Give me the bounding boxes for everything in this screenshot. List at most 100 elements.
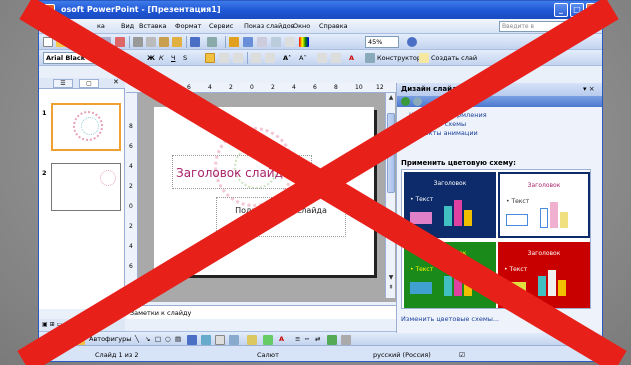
- menu-edit[interactable]: ка: [97, 21, 105, 32]
- spell-icon[interactable]: [115, 37, 125, 47]
- link-animation-schemes[interactable]: Эффекты анимации: [409, 129, 478, 137]
- table-icon[interactable]: [243, 37, 253, 47]
- open-icon[interactable]: [56, 37, 66, 47]
- new-slide-icon[interactable]: [419, 53, 429, 63]
- 3d-icon[interactable]: [341, 335, 351, 345]
- fill-color-icon[interactable]: [247, 335, 257, 345]
- wordart-icon[interactable]: [187, 335, 197, 345]
- arrow-style-icon[interactable]: ⇄: [315, 332, 320, 346]
- rectangle-icon[interactable]: □: [155, 332, 161, 346]
- menu-format[interactable]: Формат: [175, 21, 201, 32]
- maximize-button[interactable]: □: [570, 3, 584, 17]
- back-icon[interactable]: [401, 97, 410, 106]
- font-color-button[interactable]: A: [349, 52, 354, 64]
- dash-style-icon[interactable]: ┅: [305, 332, 309, 346]
- slide-thumbnail[interactable]: [51, 163, 121, 211]
- autoshapes-menu[interactable]: Автофигуры: [89, 332, 131, 346]
- help-icon[interactable]: [407, 37, 417, 47]
- italic-button[interactable]: К: [159, 52, 164, 64]
- panel-close-icon[interactable]: ✕: [113, 78, 119, 86]
- link-design-templates[interactable]: Шаблоны оформления: [409, 111, 487, 119]
- text-formatting-icon[interactable]: [285, 37, 295, 47]
- color-scheme-4[interactable]: Заголовок • Текст: [498, 242, 590, 308]
- zoom-select[interactable]: 45%: [365, 36, 399, 48]
- editor-scrollbar[interactable]: ▲ ▼ ⇞: [385, 93, 395, 298]
- notes-pane[interactable]: Заметки к слайду: [126, 305, 396, 319]
- scroll-up-icon[interactable]: ▲: [386, 93, 396, 103]
- menu-insert[interactable]: Вставка: [139, 21, 167, 32]
- bold-button[interactable]: Ж: [147, 52, 155, 64]
- menu-help[interactable]: Справка: [319, 21, 348, 32]
- decrease-font-button[interactable]: A˅: [299, 52, 307, 64]
- numbered-list-icon[interactable]: [251, 53, 261, 63]
- help-search-input[interactable]: Введите в: [499, 21, 581, 32]
- menu-slideshow[interactable]: Показ слайдов: [244, 21, 295, 32]
- designer-button[interactable]: Конструктор: [377, 52, 421, 64]
- redo-icon[interactable]: [207, 37, 217, 47]
- menu-view[interactable]: Вид: [121, 21, 134, 32]
- arrow-icon[interactable]: ↘: [145, 332, 150, 346]
- select-icon[interactable]: [75, 335, 85, 345]
- print-icon[interactable]: [87, 37, 97, 47]
- forward-icon[interactable]: [413, 97, 422, 106]
- task-pane-menu-icon[interactable]: ▾ ×: [583, 85, 595, 93]
- link-color-schemes[interactable]: Цветовые схемы: [409, 120, 466, 128]
- sorter-view-icon[interactable]: ⊞: [50, 321, 55, 328]
- minimize-button[interactable]: _: [554, 3, 568, 17]
- chart-icon[interactable]: [229, 37, 239, 47]
- normal-view-icon[interactable]: ▣: [42, 321, 48, 328]
- oval-icon[interactable]: ○: [165, 332, 171, 346]
- align-center-icon[interactable]: [219, 53, 229, 63]
- doc-icon[interactable]: [43, 21, 53, 31]
- cut-icon[interactable]: [133, 37, 143, 47]
- slide-canvas[interactable]: Заголовок слайда Подзаголовок слайда: [154, 107, 374, 275]
- color-scheme-1[interactable]: Заголовок • Текст: [404, 172, 496, 238]
- picture-icon[interactable]: [229, 335, 239, 345]
- line-icon[interactable]: ╲: [135, 332, 139, 346]
- shadow-button[interactable]: S: [183, 52, 187, 64]
- bullet-list-icon[interactable]: [265, 53, 275, 63]
- underline-button[interactable]: Ч: [171, 52, 175, 64]
- scroll-down-icon[interactable]: ▼: [386, 273, 396, 283]
- designer-icon[interactable]: [365, 53, 375, 63]
- format-painter-icon[interactable]: [172, 37, 182, 47]
- increase-font-button[interactable]: A˄: [283, 52, 291, 64]
- shadow-icon[interactable]: [327, 335, 337, 345]
- increase-indent-icon[interactable]: [331, 53, 341, 63]
- grid-icon[interactable]: [257, 37, 267, 47]
- align-left-icon[interactable]: [205, 53, 215, 63]
- preview-icon[interactable]: [101, 37, 111, 47]
- clipart-icon[interactable]: [215, 335, 225, 345]
- save-icon[interactable]: [69, 37, 79, 47]
- copy-icon[interactable]: [146, 37, 156, 47]
- menu-tools[interactable]: Сервис: [209, 21, 233, 32]
- color-scheme-3[interactable]: Заголовок • Текст: [404, 242, 496, 308]
- align-right-icon[interactable]: [233, 53, 243, 63]
- font-select[interactable]: Arial Black: [43, 52, 111, 64]
- prev-slide-icon[interactable]: ⇞: [386, 283, 396, 293]
- slide-thumbnail[interactable]: [51, 103, 121, 151]
- color-grayscale-icon[interactable]: [299, 37, 309, 47]
- undo-icon[interactable]: [190, 37, 200, 47]
- menu-window[interactable]: Окно: [293, 21, 310, 32]
- color-scheme-2[interactable]: Заголовок • Текст: [498, 172, 590, 238]
- edit-color-schemes-link[interactable]: Изменить цветовые схемы...: [401, 315, 499, 323]
- tab-slides[interactable]: ▢: [79, 79, 99, 88]
- new-slide-button[interactable]: Создать слай: [431, 52, 477, 64]
- close-button[interactable]: ✕: [586, 3, 600, 17]
- scroll-thumb[interactable]: [387, 113, 395, 193]
- textbox-icon[interactable]: ▤: [175, 332, 181, 346]
- tab-outline[interactable]: ☰: [53, 79, 73, 88]
- paste-icon[interactable]: [159, 37, 169, 47]
- diagram-icon[interactable]: [201, 335, 211, 345]
- decrease-indent-icon[interactable]: [317, 53, 327, 63]
- font-color-icon[interactable]: A: [279, 332, 284, 346]
- line-style-icon[interactable]: ≡: [295, 332, 300, 346]
- close-doc-icon[interactable]: ×: [586, 20, 593, 32]
- line-color-icon[interactable]: [263, 335, 273, 345]
- slideshow-view-icon[interactable]: ▭: [57, 321, 63, 328]
- new-icon[interactable]: [43, 37, 53, 47]
- expand-icon[interactable]: [271, 37, 281, 47]
- draw-menu[interactable]: Дей: [43, 332, 56, 346]
- title-placeholder[interactable]: Заголовок слайда: [172, 155, 312, 189]
